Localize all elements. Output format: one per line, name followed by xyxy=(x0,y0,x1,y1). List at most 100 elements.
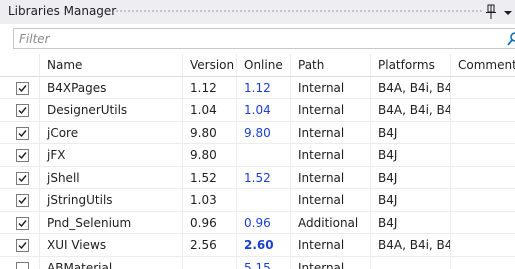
filter-bar xyxy=(0,24,515,54)
library-checkbox-cell xyxy=(0,99,40,122)
checkmark-icon xyxy=(18,129,27,137)
library-comment xyxy=(451,122,515,144)
library-checkbox[interactable] xyxy=(16,216,29,230)
library-online-version[interactable] xyxy=(237,144,291,167)
libraries-table: Name Version Online Path Platforms Comme… xyxy=(0,54,515,269)
library-platforms: B4J xyxy=(371,166,451,189)
checkmark-icon xyxy=(18,84,27,92)
library-checkbox[interactable] xyxy=(16,261,29,269)
library-name: Pnd_Selenium xyxy=(40,211,183,234)
library-version: 9.80 xyxy=(183,121,237,144)
library-platforms: B4J xyxy=(371,121,451,144)
library-checkbox-cell xyxy=(0,76,40,99)
library-comment xyxy=(451,189,515,212)
pin-icon[interactable] xyxy=(485,4,497,20)
library-online-version[interactable]: 1.04 xyxy=(237,99,291,122)
checkmark-icon xyxy=(18,242,27,250)
library-checkbox-cell xyxy=(0,234,40,257)
table-row[interactable]: Pnd_Selenium 0.96 0.96 Additional B4J xyxy=(0,211,515,234)
library-comment xyxy=(451,144,515,167)
header-online[interactable]: Online xyxy=(237,54,291,77)
library-checkbox[interactable] xyxy=(16,194,29,207)
library-path: Internal xyxy=(291,256,371,269)
table-row[interactable]: B4XPages 1.12 1.12 Internal B4A, B4i, B4… xyxy=(0,76,515,99)
library-checkbox-cell xyxy=(0,144,40,167)
library-checkbox-cell xyxy=(0,256,40,269)
library-platforms: B4A, B4i, B4J xyxy=(371,99,451,122)
library-comment xyxy=(451,212,515,234)
table-row[interactable]: ABMaterial 5.15 Internal xyxy=(0,256,515,269)
library-checkbox[interactable] xyxy=(16,126,29,140)
library-checkbox[interactable] xyxy=(16,171,29,185)
checkmark-icon xyxy=(18,152,27,160)
library-platforms xyxy=(371,256,451,269)
library-platforms: B4J xyxy=(371,189,451,212)
checkmark-icon xyxy=(18,197,27,205)
library-version: 1.52 xyxy=(183,166,237,189)
library-version: 1.12 xyxy=(183,76,237,99)
header-version[interactable]: Version xyxy=(183,54,237,77)
library-online-version[interactable]: 0.96 xyxy=(237,211,291,234)
library-platforms: B4J xyxy=(371,144,451,167)
library-checkbox-cell xyxy=(0,166,40,189)
library-online-version[interactable]: 9.80 xyxy=(237,121,291,144)
library-checkbox[interactable] xyxy=(16,149,29,162)
panel-titlebar[interactable]: Libraries Manager xyxy=(0,0,515,24)
header-path[interactable]: Path xyxy=(291,54,371,77)
filter-input[interactable] xyxy=(19,30,489,47)
library-path: Internal xyxy=(291,144,371,167)
library-path: Internal xyxy=(291,121,371,144)
filter-box[interactable] xyxy=(13,28,515,49)
header-name[interactable]: Name xyxy=(40,54,183,77)
checkmark-icon xyxy=(18,219,27,227)
search-icon[interactable] xyxy=(507,31,515,47)
library-path: Internal xyxy=(291,234,371,257)
library-checkbox[interactable] xyxy=(16,104,29,117)
library-version: 0.96 xyxy=(183,211,237,234)
table-row[interactable]: jShell 1.52 1.52 Internal B4J xyxy=(0,166,515,189)
table-body: B4XPages 1.12 1.12 Internal B4A, B4i, B4… xyxy=(0,76,515,269)
library-online-version[interactable]: 2.60 xyxy=(237,234,291,257)
library-checkbox[interactable] xyxy=(16,81,29,95)
table-row[interactable]: XUI Views 2.56 2.60 Internal B4A, B4i, B… xyxy=(0,234,515,257)
table-row[interactable]: jCore 9.80 9.80 Internal B4J xyxy=(0,121,515,144)
library-version: 1.03 xyxy=(183,189,237,212)
library-online-version[interactable]: 1.12 xyxy=(237,76,291,99)
library-name: DesignerUtils xyxy=(40,99,183,122)
panel-title: Libraries Manager xyxy=(8,4,117,18)
library-path: Additional xyxy=(291,211,371,234)
header-comment[interactable]: Comment xyxy=(451,54,515,77)
library-version xyxy=(183,256,237,269)
library-checkbox-cell xyxy=(0,189,40,212)
table-header-row: Name Version Online Path Platforms Comme… xyxy=(0,54,515,77)
library-checkbox[interactable] xyxy=(16,239,29,252)
library-comment xyxy=(451,234,515,257)
library-path: Internal xyxy=(291,99,371,122)
header-platforms[interactable]: Platforms xyxy=(371,54,451,77)
library-name: ABMaterial xyxy=(40,256,183,269)
table-row[interactable]: DesignerUtils 1.04 1.04 Internal B4A, B4… xyxy=(0,99,515,122)
library-platforms: B4A, B4i, B4J xyxy=(371,76,451,99)
library-path: Internal xyxy=(291,189,371,212)
titlebar-grip xyxy=(115,9,483,14)
library-path: Internal xyxy=(291,76,371,99)
header-check-column[interactable] xyxy=(0,54,40,77)
library-online-version[interactable]: 5.15 xyxy=(237,256,291,269)
table-row[interactable]: jFX 9.80 Internal B4J xyxy=(0,144,515,167)
library-name: jFX xyxy=(40,144,183,167)
libraries-manager-panel: Libraries Manager Name Version Online Pa… xyxy=(0,0,515,269)
library-comment xyxy=(451,99,515,122)
library-comment xyxy=(451,257,515,269)
chevron-down-icon[interactable] xyxy=(503,9,513,17)
library-name: XUI Views xyxy=(40,234,183,257)
library-online-version[interactable]: 1.52 xyxy=(237,166,291,189)
library-path: Internal xyxy=(291,166,371,189)
library-online-version[interactable] xyxy=(237,189,291,212)
library-name: jCore xyxy=(40,121,183,144)
library-name: jShell xyxy=(40,166,183,189)
library-version: 2.56 xyxy=(183,234,237,257)
table-row[interactable]: jStringUtils 1.03 Internal B4J xyxy=(0,189,515,212)
library-version: 1.04 xyxy=(183,99,237,122)
library-platforms: B4A, B4i, B4J xyxy=(371,234,451,257)
library-comment xyxy=(451,77,515,99)
